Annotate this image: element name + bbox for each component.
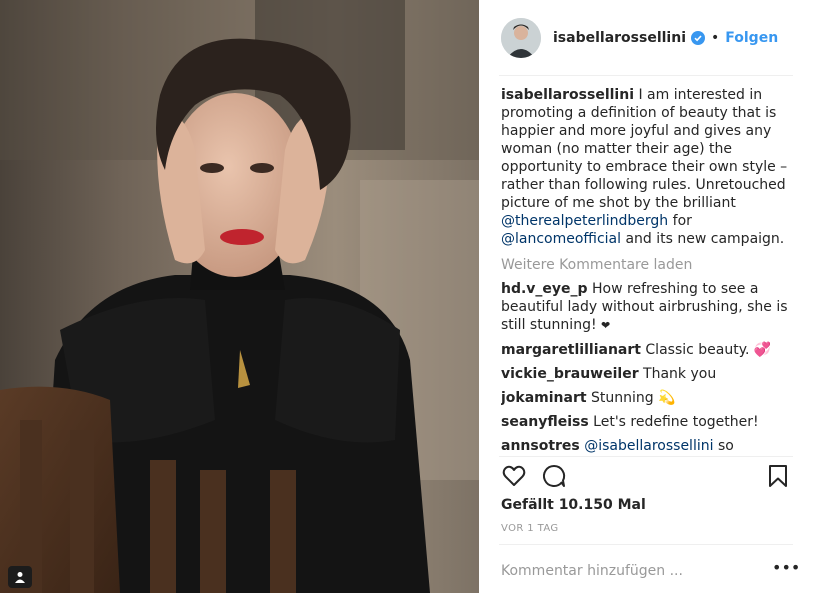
comment-text: so [717, 438, 734, 454]
person-tag-icon[interactable] [8, 566, 32, 588]
post-photo[interactable] [0, 0, 479, 593]
more-options-button[interactable]: ••• [772, 560, 800, 581]
comment-username[interactable]: hd.v_eye_p [501, 281, 588, 297]
post-sidebar: isabellarossellini • Folgen isabellaross… [479, 0, 813, 593]
follow-button[interactable]: Folgen [725, 30, 778, 46]
comment-username[interactable]: jokaminart [501, 390, 587, 406]
comment-username[interactable]: seanyfleiss [501, 414, 589, 430]
heart-outline-icon[interactable] [501, 463, 527, 489]
mention-link-photographer[interactable]: @therealpeterlindbergh [501, 213, 668, 229]
comments-list[interactable]: isabellarossellini I am interested in pr… [501, 86, 791, 455]
action-bar [501, 463, 791, 491]
comment-item: seanyfleiss Let's redefine together! [501, 413, 791, 431]
post-header: isabellarossellini • Folgen [501, 16, 791, 60]
comment-item: annsotres @isabellarossellini so [501, 437, 791, 455]
comment-item: hd.v_eye_p How refreshing to see a beaut… [501, 280, 791, 335]
heart-emoji: ❤ [601, 319, 611, 332]
divider [499, 544, 793, 545]
comment-text: Classic beauty. [645, 342, 750, 358]
avatar[interactable] [501, 18, 541, 58]
speech-bubble-icon[interactable] [541, 463, 567, 489]
caption-text-part2: for [672, 213, 692, 229]
comment-text: Let's redefine together! [593, 414, 759, 430]
comment-username[interactable]: vickie_brauweiler [501, 366, 639, 382]
caption: isabellarossellini I am interested in pr… [501, 86, 791, 248]
header-username[interactable]: isabellarossellini [553, 30, 686, 46]
caption-text-part1: I am interested in promoting a definitio… [501, 87, 788, 211]
divider [499, 75, 793, 76]
divider [499, 456, 793, 457]
comment-item: vickie_brauweiler Thank you [501, 365, 791, 383]
post-timestamp: VOR 1 TAG [501, 523, 559, 534]
caption-username[interactable]: isabellarossellini [501, 87, 634, 103]
hearts-emoji: 💞 [753, 342, 772, 358]
portrait-image [0, 0, 479, 593]
comment-item: margaretlillianart Classic beauty. 💞 [501, 341, 791, 359]
mention-link-brand[interactable]: @lancomeofficial [501, 231, 621, 247]
comment-text: Stunning [591, 390, 654, 406]
comment-username[interactable]: annsotres [501, 438, 580, 454]
likes-count[interactable]: Gefällt 10.150 Mal [501, 497, 646, 513]
comment-item: jokaminart Stunning 💫 [501, 389, 791, 407]
header-separator: • [711, 30, 720, 46]
load-more-comments-link[interactable]: Weitere Kommentare laden [501, 256, 791, 274]
comment-mention[interactable]: @isabellarossellini [584, 438, 713, 454]
comment-username[interactable]: margaretlillianart [501, 342, 641, 358]
bookmark-icon[interactable] [765, 463, 791, 489]
dizzy-emoji: 💫 [658, 390, 676, 406]
caption-text-part3: and its new campaign. [625, 231, 785, 247]
add-comment-input[interactable] [501, 561, 751, 581]
verified-badge-icon [691, 31, 705, 45]
comment-text: Thank you [643, 366, 717, 382]
